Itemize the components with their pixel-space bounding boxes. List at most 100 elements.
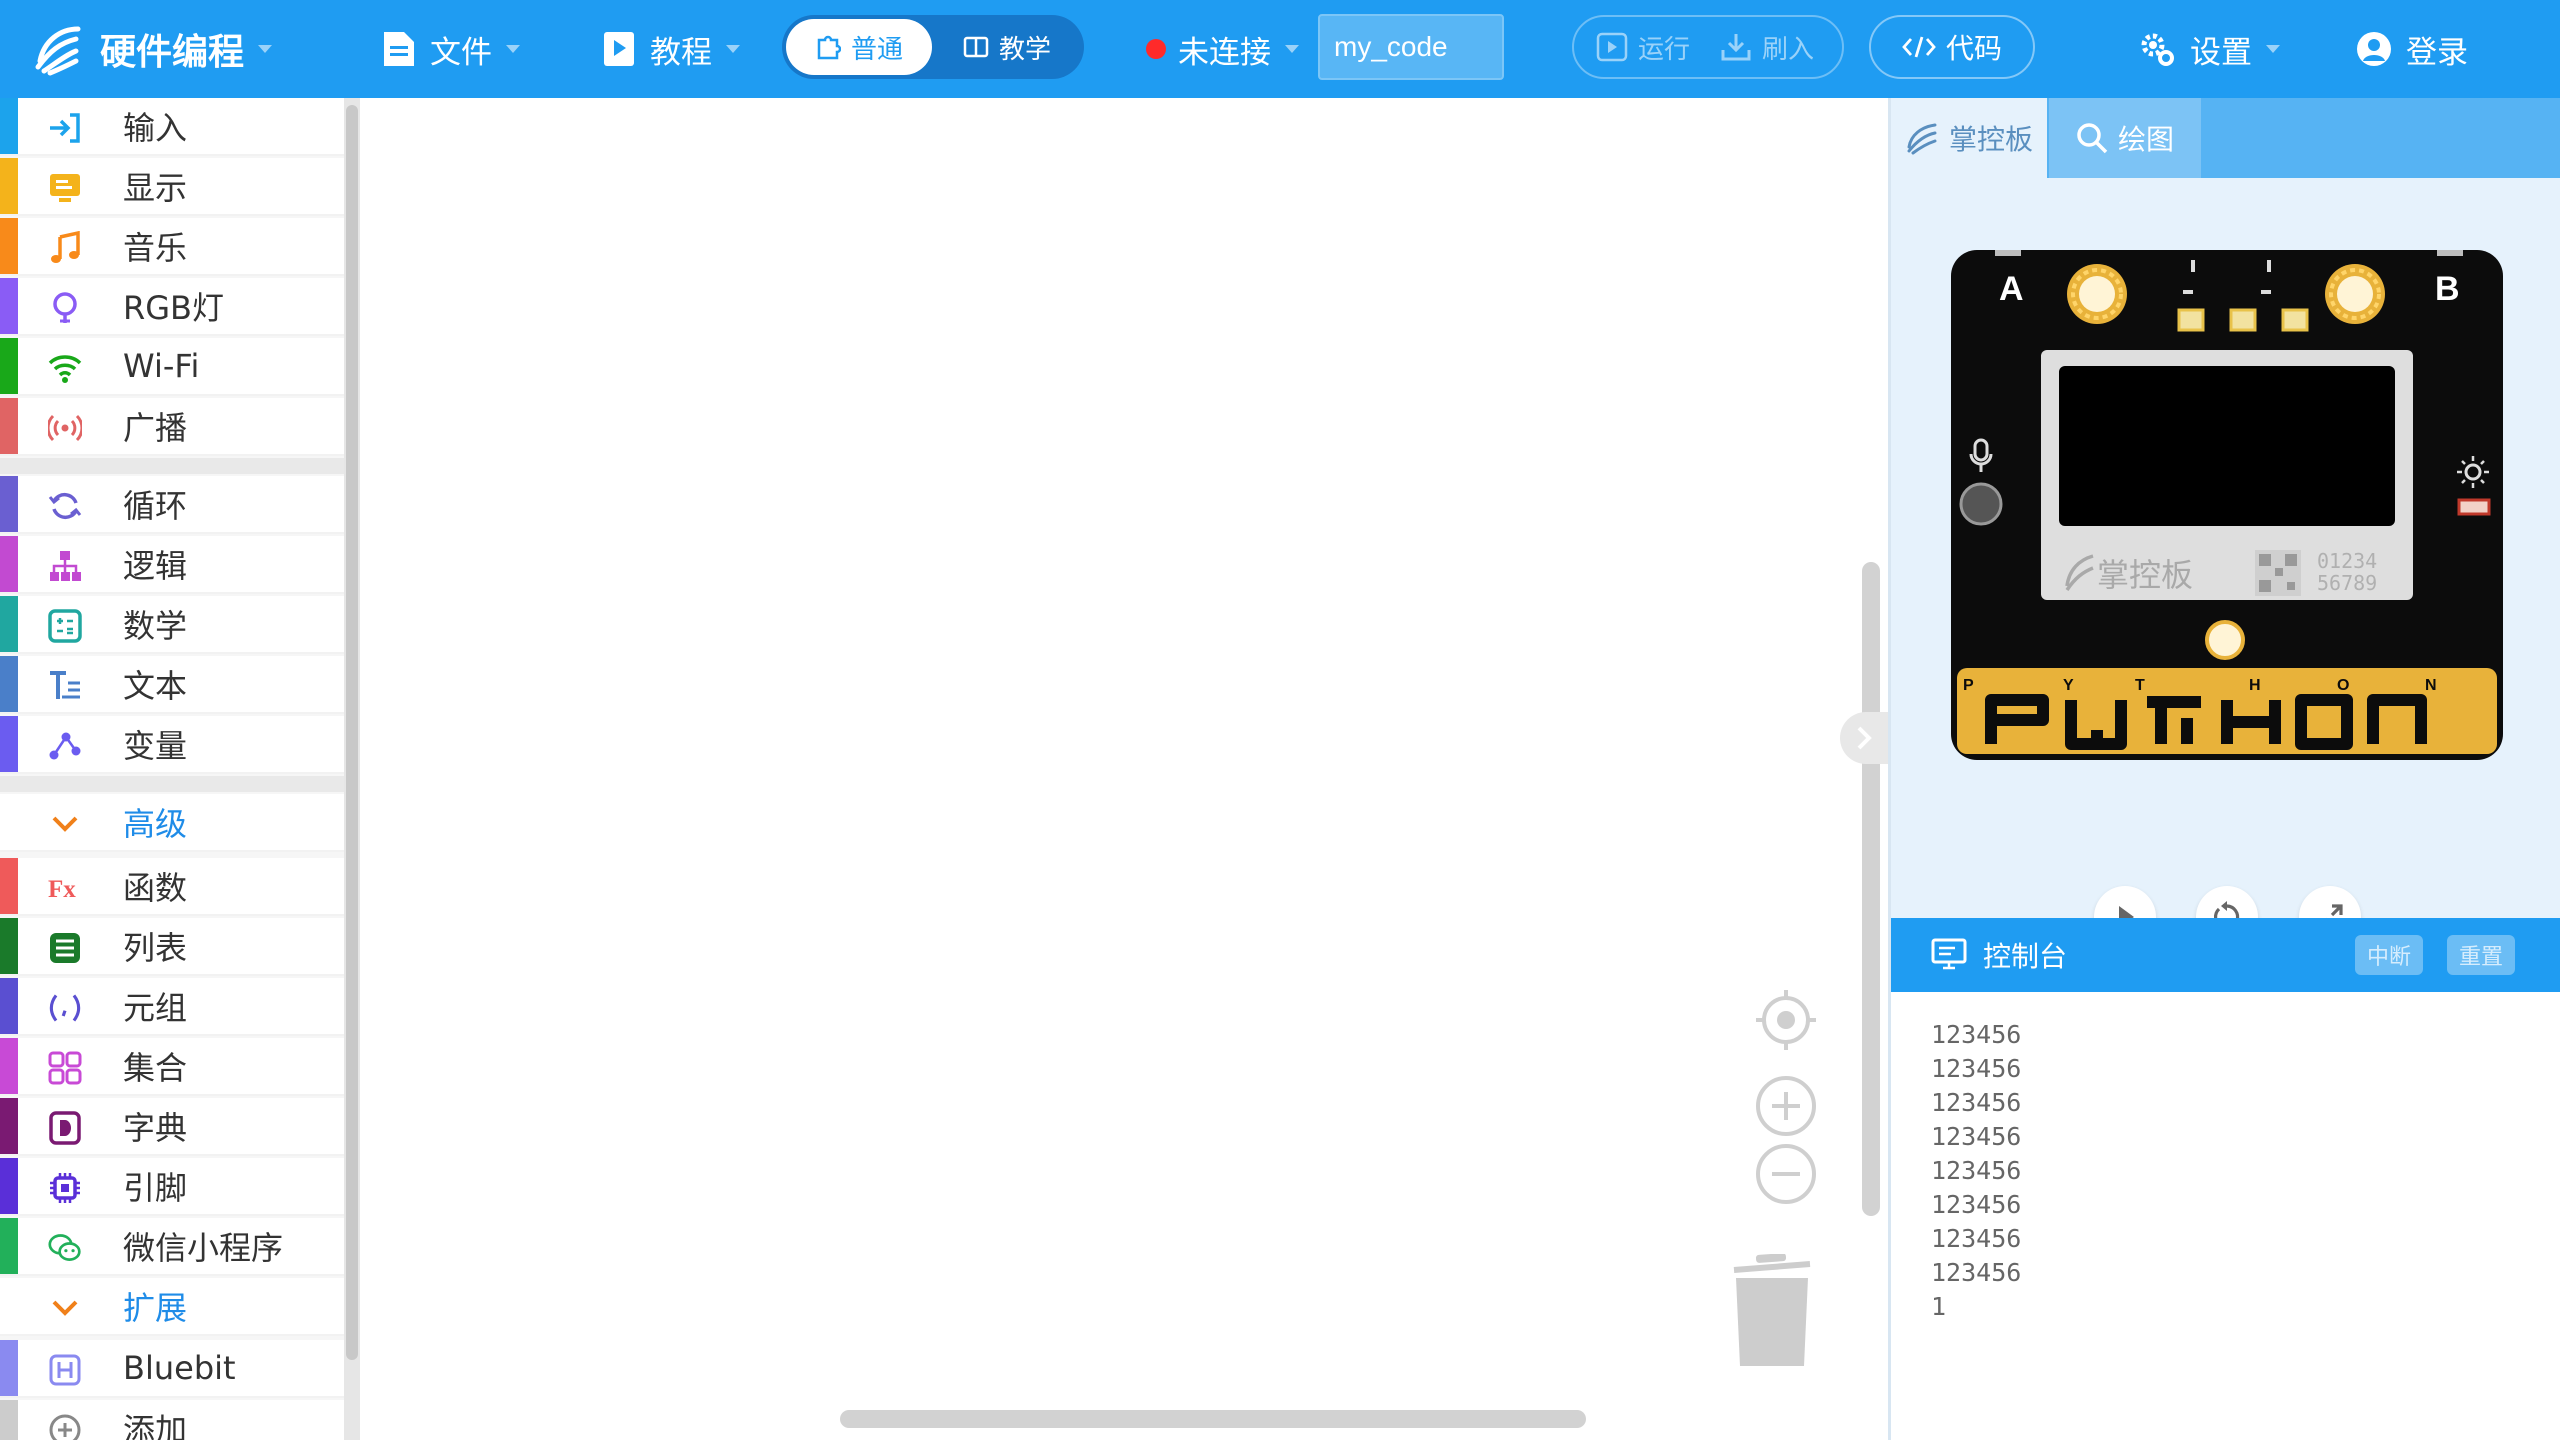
file-caret-icon: [506, 45, 520, 53]
app-brand[interactable]: 硬件编程: [30, 0, 273, 98]
book-open-icon: [963, 34, 989, 60]
pin-chip-icon: [48, 1171, 82, 1205]
category-color-stripe: [0, 398, 18, 454]
tutorial-menu[interactable]: 教程: [602, 0, 740, 98]
monitor-icon: [1931, 938, 1967, 972]
zoom-out-button[interactable]: [1754, 1142, 1818, 1206]
sidebar-item-wifi[interactable]: Wi-Fi: [0, 338, 344, 396]
mode-normal-button[interactable]: 普通: [786, 19, 932, 75]
sidebar-item-set[interactable]: 集合: [0, 1038, 344, 1096]
sidebar-group-advanced[interactable]: 高级: [0, 794, 344, 852]
sidebar-item-label: RGB灯: [123, 289, 224, 327]
sidebar-group-label: 高级: [123, 805, 188, 843]
console-line: 123456: [1931, 1190, 2022, 1219]
sidebar-item-label: 添加: [123, 1411, 188, 1440]
sidebar-item-label: 函数: [123, 869, 188, 907]
zoom-in-icon: [1756, 1076, 1816, 1136]
code-button[interactable]: 代码: [1869, 15, 2035, 79]
sidebar-item-display[interactable]: 显示: [0, 158, 344, 216]
console-interrupt-button[interactable]: 中断: [2355, 935, 2423, 975]
variable-icon: [48, 729, 82, 763]
pin-letter-n: N: [2425, 677, 2437, 694]
console-line: 123456: [1931, 1224, 2022, 1253]
flash-button[interactable]: 刷入: [1720, 29, 1814, 66]
console-line: 123456: [1931, 1088, 2022, 1117]
console-output[interactable]: 123456 123456 123456 123456 123456 12345…: [1891, 992, 2560, 1440]
run-button[interactable]: 运行: [1596, 29, 1690, 66]
category-color-stripe: [0, 656, 18, 712]
sidebar-item-label: 文本: [123, 667, 188, 705]
sidebar-item-tuple[interactable]: 元组: [0, 978, 344, 1036]
sidebar-item-dictionary[interactable]: 字典: [0, 1098, 344, 1156]
board-connector-right: [2437, 250, 2463, 256]
blocks-workspace[interactable]: [360, 98, 1888, 1440]
sidebar-item-broadcast[interactable]: 广播: [0, 398, 344, 456]
sidebar-item-label: 字典: [123, 1109, 188, 1147]
console-reset-button[interactable]: 重置: [2447, 935, 2515, 975]
settings-menu[interactable]: 设置: [2138, 0, 2280, 98]
sidebar-item-label: 变量: [123, 727, 188, 765]
category-color-stripe: [0, 1098, 18, 1154]
mode-teach-button[interactable]: 教学: [934, 19, 1080, 75]
filename-input[interactable]: [1318, 14, 1504, 80]
sidebar-item-variable[interactable]: 变量: [0, 716, 344, 774]
collapse-panel-button[interactable]: [1840, 712, 1888, 764]
category-color-stripe: [0, 716, 18, 772]
tutorial-menu-label: 教程: [650, 34, 712, 71]
light-sensor: [2457, 498, 2491, 516]
sidebar-item-pin[interactable]: 引脚: [0, 1158, 344, 1216]
tutorial-book-icon: [602, 30, 636, 68]
category-color-stripe: [0, 338, 18, 394]
list-icon: [48, 931, 82, 965]
connection-status[interactable]: 未连接: [1146, 0, 1299, 98]
sidebar-item-label: 列表: [123, 929, 188, 967]
panel-tabs: 掌控板 绘图: [1891, 98, 2560, 178]
category-separator: [0, 458, 344, 474]
sidebar-item-rgb[interactable]: RGB灯: [0, 278, 344, 336]
sidebar-group-extensions[interactable]: 扩展: [0, 1278, 344, 1336]
mpython-board[interactable]: A B 掌控板 01234 56789 P Y T H O N: [1951, 250, 2503, 760]
category-color-stripe: [0, 918, 18, 974]
sidebar-item-text[interactable]: 文本: [0, 656, 344, 714]
category-color-stripe: [0, 1340, 18, 1396]
sidebar-scrollbar[interactable]: [346, 105, 358, 1360]
workspace-horizontal-scrollbar[interactable]: [840, 1410, 1586, 1428]
button-b-label: B: [2435, 270, 2460, 308]
sidebar-item-music[interactable]: 音乐: [0, 218, 344, 276]
trash-can[interactable]: [1730, 1253, 1814, 1370]
sidebar-item-wechat[interactable]: 微信小程序: [0, 1218, 344, 1276]
zoom-in-button[interactable]: [1754, 1074, 1818, 1138]
touch-pad-b[interactable]: [2325, 264, 2385, 324]
category-color-stripe: [0, 218, 18, 274]
touch-pad-a[interactable]: [2067, 264, 2127, 324]
code-label: 代码: [1945, 32, 2002, 65]
music-note-icon: [48, 231, 82, 265]
loop-icon: [48, 489, 82, 523]
tab-board[interactable]: 掌控板: [1891, 98, 2047, 178]
python-edge-connector: [1957, 668, 2497, 754]
sidebar-item-label: 音乐: [123, 229, 188, 267]
led-mark: [2267, 260, 2271, 272]
sidebar-item-label: 循环: [123, 487, 188, 525]
console-line: 1: [1931, 1292, 1947, 1321]
sidebar-item-bluebit[interactable]: Bluebit: [0, 1340, 344, 1398]
input-arrow-icon: [48, 111, 82, 145]
tab-draw[interactable]: 绘图: [2049, 98, 2201, 178]
category-separator: [0, 776, 344, 792]
file-menu[interactable]: 文件: [382, 0, 520, 98]
lightbulb-icon: [48, 291, 82, 325]
recenter-button[interactable]: [1754, 988, 1818, 1052]
trash-icon: [1733, 1253, 1811, 1366]
sidebar-item-math[interactable]: 数学: [0, 596, 344, 654]
sidebar-item-list[interactable]: 列表: [0, 918, 344, 976]
sidebar-item-logic[interactable]: 逻辑: [0, 536, 344, 594]
sidebar-item-input[interactable]: 输入: [0, 98, 344, 156]
chevron-down-icon: [48, 1291, 82, 1325]
workspace-vertical-scrollbar[interactable]: [1862, 562, 1880, 1216]
sidebar-item-loop[interactable]: 循环: [0, 476, 344, 534]
pin-letter-t: T: [2135, 677, 2145, 694]
sidebar-item-function[interactable]: Fx 函数: [0, 858, 344, 916]
sidebar-item-add[interactable]: 添加: [0, 1400, 344, 1440]
login-button[interactable]: 登录: [2356, 0, 2468, 98]
rgb-led-3: [2281, 308, 2309, 332]
